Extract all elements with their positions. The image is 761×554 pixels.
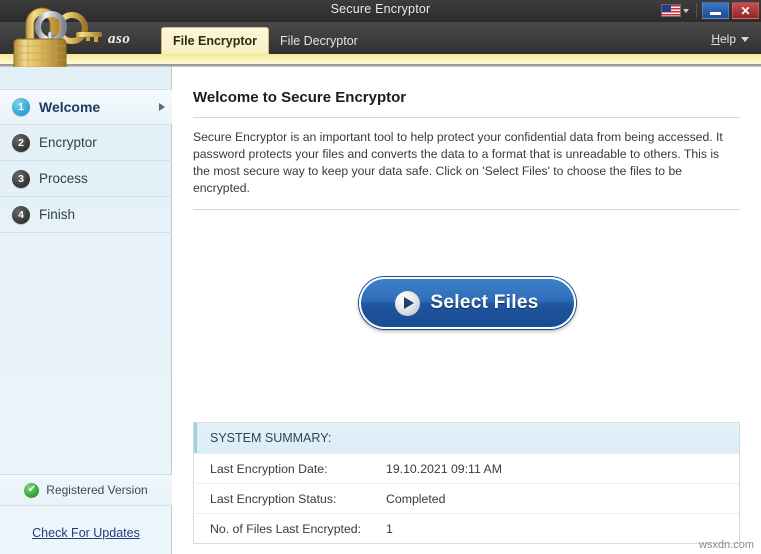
intro-divider: [193, 209, 740, 210]
close-button[interactable]: ✕: [732, 2, 759, 19]
tab-file-decryptor-label: File Decryptor: [280, 34, 358, 48]
sidebar-item-finish-label: Finish: [39, 207, 75, 222]
registration-status-label: Registered Version: [46, 483, 147, 497]
us-flag-icon: [661, 4, 681, 17]
sidebar-item-process-label: Process: [39, 171, 88, 186]
sidebar-item-welcome[interactable]: 1 Welcome: [0, 89, 172, 125]
page-title: Welcome to Secure Encryptor: [193, 89, 406, 106]
tab-file-decryptor[interactable]: File Decryptor: [269, 27, 369, 54]
tab-bar: aso File Encryptor File Decryptor Help: [0, 22, 761, 54]
select-files-area: Select Files: [173, 277, 761, 329]
chevron-right-icon: [159, 103, 165, 111]
sidebar-item-welcome-label: Welcome: [39, 99, 100, 115]
last-encryption-status-value: Completed: [386, 492, 445, 506]
sidebar-item-finish[interactable]: 4 Finish: [0, 197, 172, 233]
divider: [696, 3, 697, 18]
accent-band: [0, 54, 761, 64]
minimize-icon: [710, 12, 721, 15]
green-check-icon: ✔: [24, 483, 39, 498]
select-files-button-label: Select Files: [430, 292, 538, 314]
secure-encryptor-window: Secure Encryptor ✕ aso File Encryptor Fi…: [0, 0, 761, 554]
table-row: No. of Files Last Encrypted: 1: [194, 513, 739, 543]
window-controls: ✕: [659, 1, 759, 20]
check-for-updates-link[interactable]: Check For Updates: [0, 526, 172, 540]
table-row: Last Encryption Status: Completed: [194, 483, 739, 513]
step-list: 1 Welcome 2 Encryptor 3 Process 4 Finish: [0, 89, 172, 233]
window-title: Secure Encryptor: [0, 2, 761, 16]
table-row: Last Encryption Date: 19.10.2021 09:11 A…: [194, 453, 739, 483]
title-divider: [193, 117, 740, 118]
step-number-2: 2: [12, 134, 30, 152]
sidebar-item-process[interactable]: 3 Process: [0, 161, 172, 197]
step-number-4: 4: [12, 206, 30, 224]
registration-status: ✔ Registered Version: [0, 474, 172, 506]
files-last-encrypted-label: No. of Files Last Encrypted:: [210, 522, 386, 536]
minimize-button[interactable]: [702, 2, 729, 19]
brand-label: aso: [108, 31, 130, 48]
tab-file-encryptor[interactable]: File Encryptor: [161, 27, 269, 54]
help-menu[interactable]: Help: [711, 32, 749, 46]
close-icon: ✕: [740, 5, 750, 17]
files-last-encrypted-value: 1: [386, 522, 393, 536]
play-circle-icon: [395, 291, 420, 316]
sidebar-item-encryptor-label: Encryptor: [39, 135, 97, 150]
language-selector[interactable]: [659, 3, 691, 18]
select-files-button[interactable]: Select Files: [359, 277, 576, 329]
system-summary-header: SYSTEM SUMMARY:: [194, 423, 739, 453]
intro-paragraph: Secure Encryptor is an important tool to…: [193, 129, 738, 197]
sidebar: 1 Welcome 2 Encryptor 3 Process 4 Finish…: [0, 67, 172, 554]
step-number-1: 1: [12, 98, 30, 116]
step-number-3: 3: [12, 170, 30, 188]
help-menu-label: Help: [711, 32, 736, 46]
caret-down-icon: [683, 9, 689, 13]
main-content: Welcome to Secure Encryptor Secure Encry…: [173, 67, 761, 554]
tab-file-encryptor-label: File Encryptor: [173, 34, 257, 48]
last-encryption-date-value: 19.10.2021 09:11 AM: [386, 462, 502, 476]
last-encryption-status-label: Last Encryption Status:: [210, 492, 386, 506]
help-label-rest: elp: [720, 32, 736, 46]
system-summary-table: SYSTEM SUMMARY: Last Encryption Date: 19…: [193, 422, 740, 544]
last-encryption-date-label: Last Encryption Date:: [210, 462, 386, 476]
play-triangle-icon: [404, 297, 414, 309]
title-bar: Secure Encryptor ✕: [0, 0, 761, 22]
sidebar-item-encryptor[interactable]: 2 Encryptor: [0, 125, 172, 161]
watermark: wsxdn.com: [699, 539, 754, 551]
tab-list: File Encryptor File Decryptor: [161, 27, 369, 54]
help-accel-letter: H: [711, 32, 720, 46]
caret-down-icon: [741, 37, 749, 42]
